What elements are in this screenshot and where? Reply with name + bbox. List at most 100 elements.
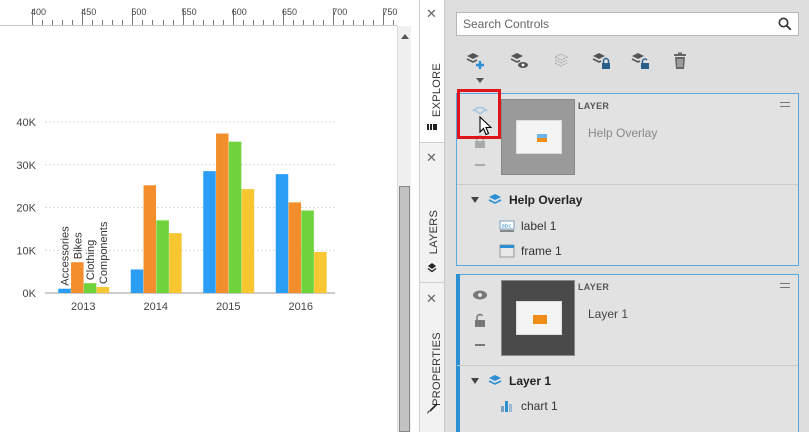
scrollbar-thumb[interactable]: [399, 186, 410, 432]
layer-header: LAYER Help Overlay: [457, 94, 798, 184]
search-icon[interactable]: [778, 17, 792, 31]
series-label: Components: [98, 221, 110, 284]
ruler-minor-tick: [373, 20, 375, 25]
layer-card-layer-1[interactable]: LAYER Layer 1 Layer 1 chart 1: [456, 274, 799, 432]
close-explore-tab-icon[interactable]: ✕: [426, 7, 437, 20]
x-tick-label: 2015: [216, 301, 240, 313]
x-tick-label: 2016: [289, 301, 313, 313]
y-tick-label: 20K: [16, 203, 36, 215]
mouse-cursor-icon: [479, 116, 493, 136]
ruler-tick-label: 400: [31, 7, 47, 17]
bar-components-2013: [96, 287, 110, 293]
ruler-tick-label: 450: [81, 7, 97, 17]
ruler-minor-tick: [222, 20, 224, 25]
series-label: Bikes: [72, 232, 84, 259]
unlock-icon[interactable]: [472, 312, 488, 328]
canvas-vertical-scrollbar[interactable]: [397, 26, 411, 432]
ruler-minor-tick: [393, 20, 395, 25]
add-layer-dropdown-icon[interactable]: [476, 78, 484, 83]
expand-triangle-icon[interactable]: [471, 197, 479, 203]
layer-card-help-overlay[interactable]: LAYER Help Overlay Help Overlay abc labe…: [456, 93, 799, 266]
show-layer-button[interactable]: [508, 50, 530, 72]
bar-clothing-2016: [301, 210, 314, 293]
ruler-minor-tick: [142, 20, 144, 25]
tree-item-frame-1[interactable]: frame 1: [499, 241, 562, 261]
ruler-tick-label: 500: [131, 7, 147, 17]
tree-group-label: Layer 1: [509, 374, 552, 388]
tab-explore[interactable]: ✕ EXPLORE: [420, 0, 444, 143]
close-layers-tab-icon[interactable]: ✕: [426, 151, 437, 164]
layer-lock-icon: [592, 53, 610, 69]
bar-clothing-2014: [156, 220, 169, 293]
tree-group-label: Help Overlay: [509, 193, 583, 207]
ruler-minor-tick: [212, 20, 214, 25]
layer-menu-icon[interactable]: [780, 283, 790, 288]
ruler-minor-tick: [102, 20, 104, 25]
layer-header: LAYER Layer 1: [457, 275, 798, 365]
ruler-tick-label: 750: [382, 7, 397, 17]
frame-control-icon: [499, 244, 515, 258]
close-properties-tab-icon[interactable]: ✕: [426, 292, 437, 305]
canvas-gutter: [411, 0, 419, 432]
layer-thumbnail: [501, 280, 575, 356]
collapse-minus-icon[interactable]: [472, 157, 488, 173]
scroll-up-arrow-icon[interactable]: [401, 34, 409, 39]
tree-group-layer-1[interactable]: Layer 1: [471, 371, 551, 391]
ruler-minor-tick: [262, 20, 264, 25]
thumbnail-chart-mark: [533, 315, 547, 324]
bar-clothing-2013: [83, 283, 97, 293]
delete-layer-button[interactable]: [669, 50, 691, 72]
tab-layers[interactable]: ✕ LAYERS: [420, 143, 444, 283]
y-tick-label: 10K: [16, 245, 36, 257]
series-label: Clothing: [85, 240, 97, 280]
ruler-minor-tick: [72, 20, 74, 25]
search-box[interactable]: [456, 12, 799, 36]
ruler-minor-tick: [62, 20, 64, 25]
hide-layer-button[interactable]: [550, 50, 572, 72]
brush-icon: [427, 403, 438, 414]
add-layer-button[interactable]: [464, 50, 486, 72]
tree-item-chart-1[interactable]: chart 1: [499, 396, 558, 416]
ruler-minor-tick: [303, 20, 305, 25]
ruler-minor-tick: [192, 20, 194, 25]
layer-tree: Layer 1 chart 1: [457, 365, 798, 413]
bar-components-2014: [169, 233, 182, 293]
svg-text:abc: abc: [502, 224, 512, 230]
ruler-minor-tick: [363, 20, 365, 25]
ruler-tick-label: 550: [181, 7, 197, 17]
layers-icon: [427, 263, 437, 273]
ruler-minor-tick: [353, 20, 355, 25]
collapse-minus-icon[interactable]: [472, 337, 488, 353]
layer-thumbnail: [501, 99, 575, 175]
tab-properties[interactable]: ✕ PROPERTIES: [420, 283, 444, 432]
layers-panel: LAYER Help Overlay Help Overlay abc labe…: [444, 0, 809, 432]
ruler-tick-label: 700: [332, 7, 348, 17]
bar-bikes-2013: [71, 262, 84, 293]
layer-eye-icon: [510, 53, 528, 68]
y-tick-label: 30K: [16, 160, 36, 172]
bar-components-2016: [314, 251, 327, 293]
label-control-icon: abc: [499, 220, 515, 232]
layer-type-label: LAYER: [578, 101, 610, 111]
design-canvas[interactable]: 400 450 500 550 600 650 700 750 0K 10K 20K 30K 40K 2…: [0, 0, 397, 432]
ruler-minor-tick: [122, 20, 124, 25]
bar-chart[interactable]: 0K 10K 20K 30K 40K 2013 2014 2015 2016 Accessorie…: [0, 100, 340, 320]
ruler-minor-tick: [112, 20, 114, 25]
layer-name: Layer 1: [588, 307, 629, 321]
ruler-minor-tick: [172, 20, 174, 25]
tree-item-label-1[interactable]: abc label 1: [499, 216, 556, 236]
tree-group-help-overlay[interactable]: Help Overlay: [471, 190, 582, 210]
ruler-minor-tick: [323, 20, 325, 25]
layer-group-icon: [488, 375, 502, 385]
layer-menu-icon[interactable]: [780, 102, 790, 107]
thumbnail-frame: [516, 301, 562, 335]
expand-triangle-icon[interactable]: [471, 378, 479, 384]
tree-item-label: frame 1: [521, 244, 562, 258]
unlock-layer-button[interactable]: [629, 50, 651, 72]
eye-icon[interactable]: [472, 287, 488, 303]
bar-accessories-2013: [58, 288, 71, 293]
ruler-minor-tick: [343, 20, 345, 25]
search-input[interactable]: [457, 13, 767, 35]
layer-tree: Help Overlay abc label 1 frame 1: [457, 184, 798, 258]
lock-layer-button[interactable]: [590, 50, 612, 72]
